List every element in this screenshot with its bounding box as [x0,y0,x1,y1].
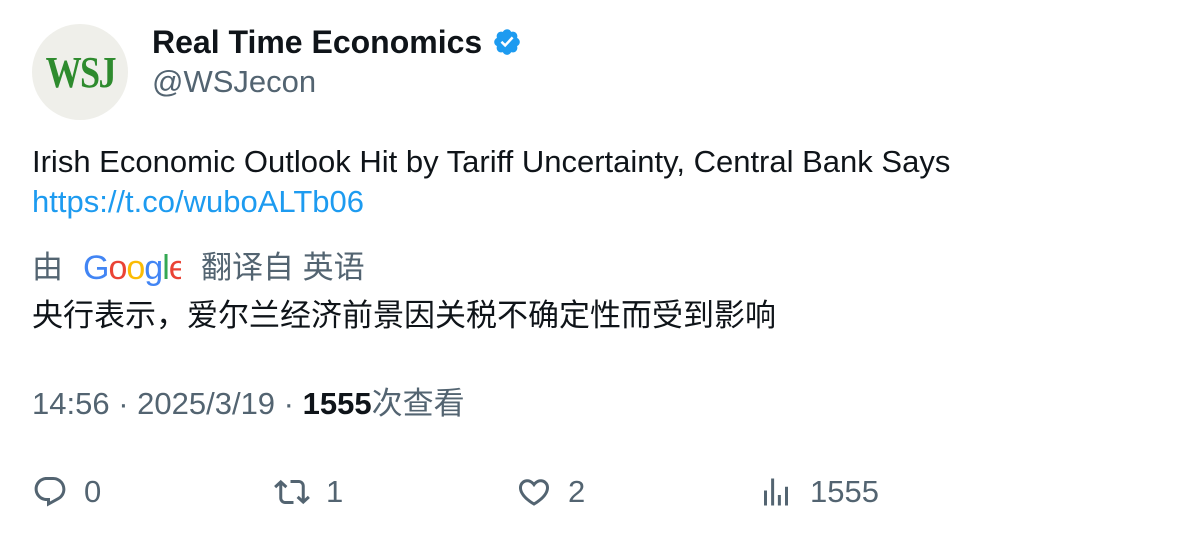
avatar[interactable]: WSJ [32,24,128,120]
retweet-icon [274,479,310,505]
meta-separator: · [275,386,303,421]
retweet-button[interactable]: 1 [274,470,343,514]
view-count: 1555 [302,386,372,421]
svg-text:Google: Google [83,249,181,287]
tweet-meta: 14:56 · 2025/3/19 · 1555次查看 [32,384,465,424]
display-name[interactable]: Real Time Economics [152,22,482,62]
author-handle[interactable]: @WSJecon [152,62,316,102]
tweet-time[interactable]: 14:56 [32,386,110,421]
action-bar: 0 1 2 1555 [32,470,1172,514]
meta-separator: · [109,386,138,421]
reply-count: 0 [84,474,102,509]
view-label: 次查看 [371,386,465,421]
tweet-date[interactable]: 2025/3/19 [137,386,275,421]
verified-badge-icon [494,29,521,55]
translation-prefix: 由 [32,250,63,285]
retweet-count: 1 [326,474,344,509]
translation-attribution: 由 Google 翻译自 英语 [32,248,365,288]
reply-button[interactable]: 0 [32,470,101,514]
translation-suffix[interactable]: 翻译自 英语 [201,248,365,288]
tweet-body: Irish Economic Outlook Hit by Tariff Unc… [32,142,1152,222]
tweet-link[interactable]: https://t.co/wuboALTb06 [32,184,364,219]
heart-icon [518,479,550,506]
views-button[interactable]: 1555 [758,470,879,514]
translated-text: 央行表示，爱尔兰经济前景因关税不确定性而受到影响 [32,298,776,333]
reply-icon [34,477,66,507]
google-logo-icon[interactable]: Google [83,248,181,288]
analytics-icon [764,478,788,506]
tweet-text: Irish Economic Outlook Hit by Tariff Unc… [32,144,951,179]
author-header: Real Time Economics [152,22,522,62]
like-button[interactable]: 2 [516,470,585,514]
views-count: 1555 [810,474,879,509]
avatar-text: WSJ [45,47,116,97]
like-count: 2 [568,474,586,509]
